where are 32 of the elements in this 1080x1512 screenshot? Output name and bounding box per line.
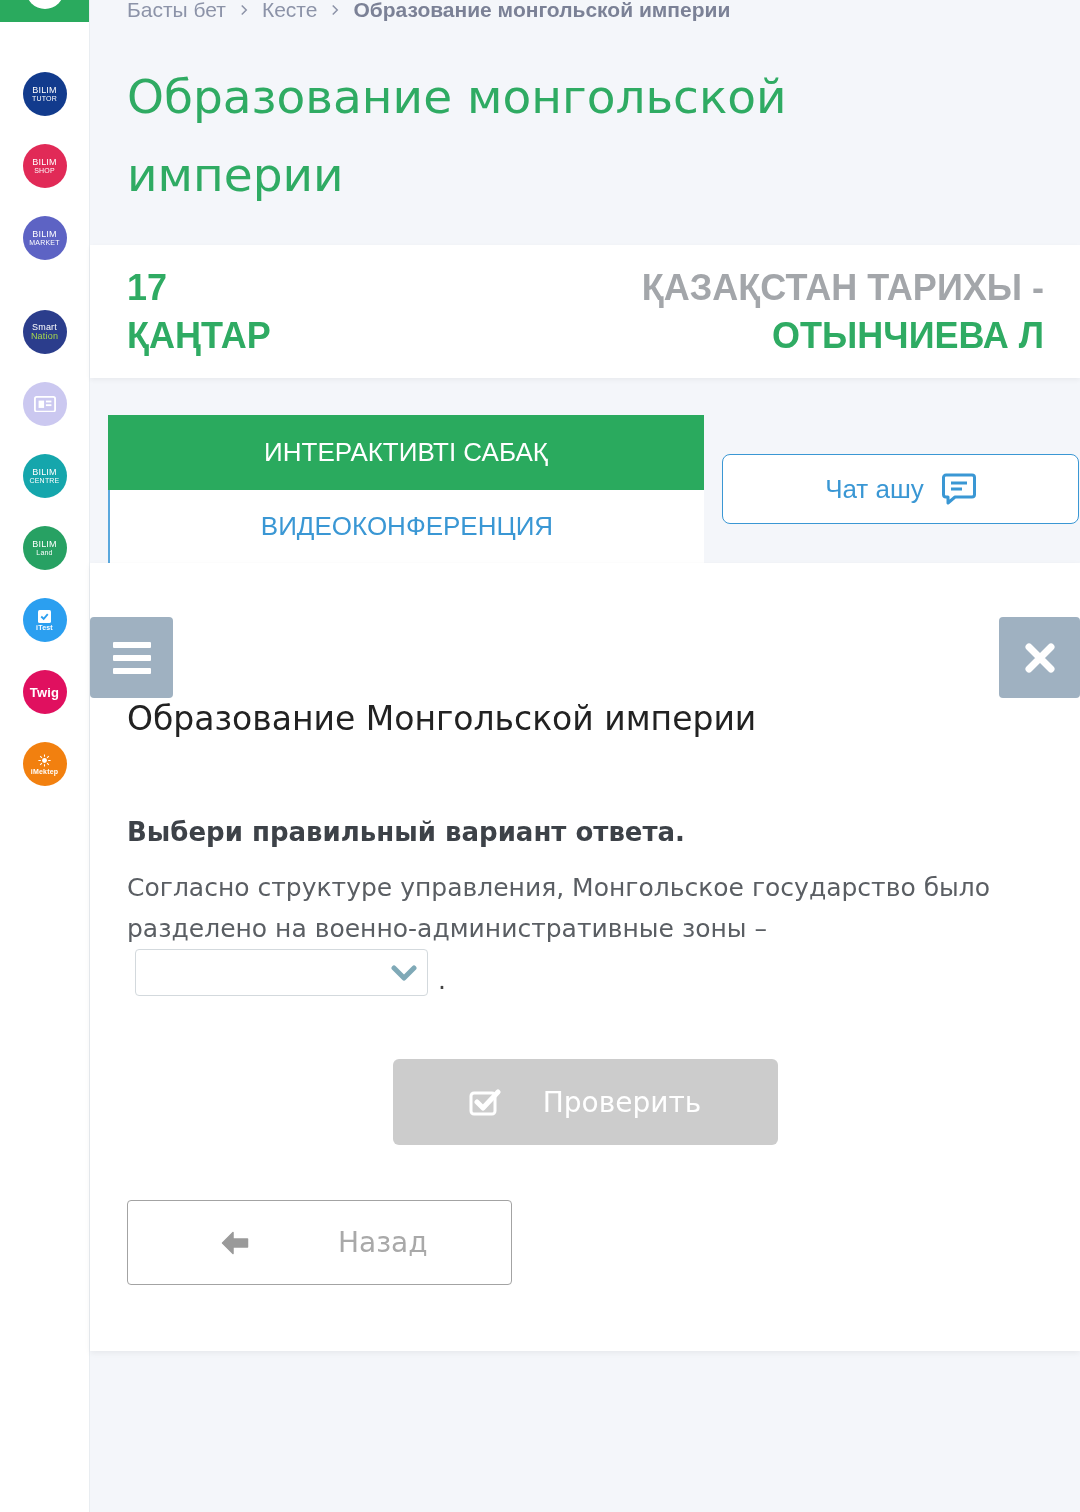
page-title: Образование монгольской империи <box>127 68 788 204</box>
close-icon <box>1024 642 1055 673</box>
breadcrumb-link[interactable]: Кесте <box>261 0 318 20</box>
subject-name: ҚАЗАҚСТАН ТАРИХЫ - <box>641 266 1044 310</box>
question-text: Согласно структуре управления, Монгольское государство было разделено на военно-административные зоны – <box>127 872 992 945</box>
checkbox-tick-icon <box>468 1088 501 1116</box>
sun-icon <box>38 753 51 767</box>
menu-icon <box>112 641 151 674</box>
answer-dropdown[interactable] <box>135 949 428 996</box>
chevron-down-icon <box>391 964 417 981</box>
breadcrumb-link[interactable]: Басты бет <box>127 0 226 20</box>
app-logo-button[interactable]: Twig <box>22 670 67 714</box>
task-title: Образование Монгольской империи <box>127 699 758 739</box>
sentence-period: . <box>438 966 446 996</box>
chat-icon <box>941 473 976 505</box>
document-tick-icon <box>38 609 51 623</box>
teacher-name: ОТЫНЧИЕВА Л <box>771 314 1044 358</box>
lesson-date: 17 ҚАҢТАР <box>127 266 271 358</box>
app-logo-button[interactable] <box>22 382 67 426</box>
close-button[interactable] <box>999 617 1080 698</box>
back-button[interactable]: Назад <box>127 1200 512 1285</box>
tab[interactable]: ВИДЕОКОНФЕРЕНЦИЯ <box>108 490 704 563</box>
chevron-right-icon <box>331 4 340 16</box>
instruction-text: Выбери правильный вариант ответа. <box>127 816 686 849</box>
window-icon <box>33 395 56 413</box>
chat-button[interactable]: Чат ашу <box>722 454 1079 524</box>
arrow-left-icon <box>221 1230 249 1255</box>
breadcrumb-current[interactable]: Образование монгольской империи <box>353 0 731 20</box>
chevron-right-icon <box>239 4 248 16</box>
menu-button[interactable] <box>90 617 173 698</box>
tab[interactable]: ИНТЕРАКТИВТІ САБАҚ <box>108 415 704 490</box>
app-logo-button[interactable]: Smart Nation <box>22 310 67 354</box>
